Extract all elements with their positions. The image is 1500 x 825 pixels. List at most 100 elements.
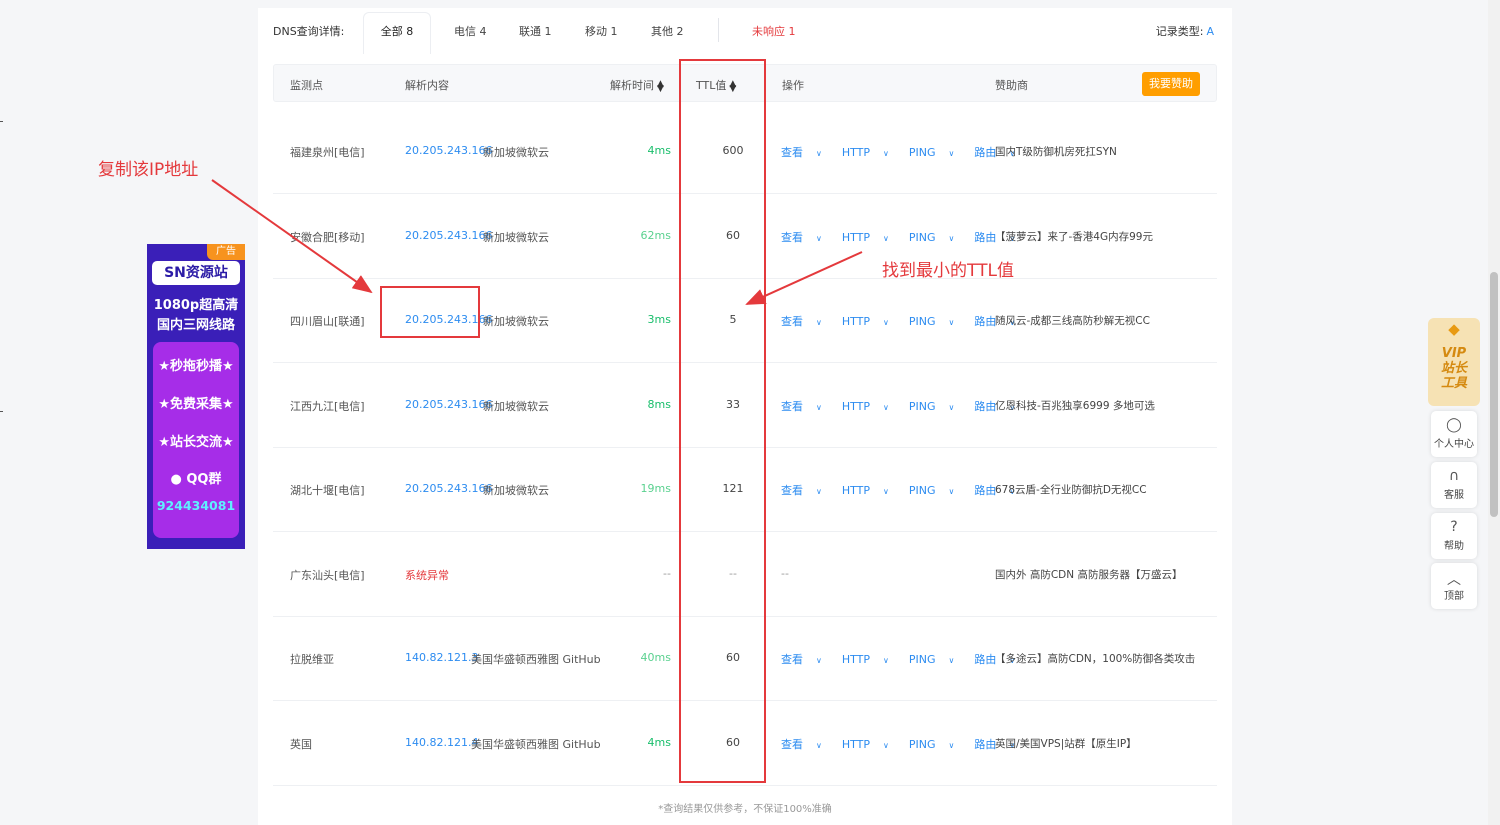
edge-mark [0, 121, 3, 122]
chevron-down-icon: ∨ [816, 233, 822, 243]
th-ops: 操作 [782, 79, 804, 92]
op-ping-dropdown[interactable]: PING ∨ [909, 146, 965, 159]
sort-icon[interactable]: ▲ ▼ [657, 80, 664, 94]
tab-other[interactable]: 其他 2 [651, 23, 684, 39]
op-view-dropdown[interactable]: 查看 ∨ [781, 231, 832, 244]
op-http-dropdown[interactable]: HTTP ∨ [842, 315, 899, 328]
highlight-ttl-column [679, 59, 766, 783]
chevron-down-icon: ∨ [883, 740, 889, 750]
op-http-dropdown[interactable]: HTTP ∨ [842, 738, 899, 751]
arrow-up-icon: ︿ [1447, 572, 1461, 588]
ad-banner[interactable]: 广告 SN资源站 1080p超高清 国内三网线路 ★秒拖秒播★ ★免费采集★ ★… [147, 244, 245, 549]
support-button[interactable]: ∩ 客服 [1431, 462, 1477, 508]
chevron-down-icon: ∨ [948, 740, 955, 750]
row-sponsor[interactable]: 随风云-成都三线高防秒解无视CC [995, 313, 1150, 328]
row-ip-link[interactable]: 20.205.243.166 [405, 144, 492, 157]
row-sponsor[interactable]: 678云盾-全行业防御抗D无视CC [995, 482, 1147, 497]
op-http-dropdown[interactable]: HTTP ∨ [842, 484, 899, 497]
op-label: HTTP [841, 315, 871, 328]
vip-tools[interactable]: ◆ VIP 站长 工具 [1428, 318, 1480, 406]
row-time: 4ms [647, 144, 671, 157]
tab-mobile[interactable]: 移动 1 [585, 23, 618, 39]
row-ip-link[interactable]: 20.205.243.166 [405, 482, 492, 495]
row-sponsor[interactable]: 国内T级防御机房死扛SYN [995, 144, 1117, 159]
record-type-value[interactable]: A [1206, 25, 1214, 38]
op-ping-dropdown[interactable]: PING ∨ [909, 484, 965, 497]
row-sponsor[interactable]: 国内外 高防CDN 高防服务器【万盛云】 [995, 567, 1182, 582]
row-ip-link[interactable]: 20.205.243.166 [405, 398, 492, 411]
op-view-dropdown[interactable]: 查看 ∨ [781, 653, 832, 666]
row-sponsor[interactable]: 【多途云】高防CDN，100%防御各类攻击 [995, 651, 1195, 666]
scrollbar-thumb[interactable] [1490, 272, 1498, 517]
annotation-find-ttl: 找到最小的TTL值 [882, 261, 1014, 281]
help-button[interactable]: ? 帮助 [1431, 513, 1477, 559]
ad-item: ★站长交流★ [158, 435, 234, 450]
tab-telecom[interactable]: 电信 4 [454, 23, 487, 39]
user-center-button[interactable]: ◯ 个人中心 [1431, 411, 1477, 457]
button-label: 帮助 [1444, 541, 1464, 552]
op-ping-dropdown[interactable]: PING ∨ [909, 315, 965, 328]
ad-qq-label: QQ群 [186, 472, 222, 487]
op-view-dropdown[interactable]: 查看 ∨ [781, 315, 832, 328]
op-http-dropdown[interactable]: HTTP ∨ [842, 231, 899, 244]
ad-line: 国内三网线路 [156, 318, 235, 333]
tab-unicom[interactable]: 联通 1 [519, 23, 552, 39]
op-label: HTTP [841, 399, 871, 413]
tab-all[interactable]: 全部 8 [363, 12, 431, 54]
op-ping-dropdown[interactable]: PING ∨ [909, 653, 965, 666]
th-time-label: 解析时间 [610, 79, 654, 92]
row-ip-link[interactable]: 20.205.243.166 [405, 229, 492, 242]
op-ping-dropdown[interactable]: PING ∨ [909, 738, 965, 751]
back-to-top-button[interactable]: ︿ 顶部 [1431, 563, 1477, 609]
th-time[interactable]: 解析时间 ▲ ▼ [610, 77, 664, 94]
headset-icon: ∩ [1448, 468, 1460, 484]
op-label: HTTP [841, 146, 871, 159]
row-sponsor[interactable]: 【菠萝云】来了-香港4G内存99元 [995, 229, 1153, 244]
row-sponsor[interactable]: 亿恩科技-百兆独享6999 多地可选 [995, 398, 1155, 413]
op-label: PING [908, 653, 936, 666]
chevron-down-icon: ∨ [948, 149, 955, 158]
record-type[interactable]: 记录类型: A [1156, 23, 1214, 39]
row-location: 广东汕头[电信] [290, 568, 365, 582]
row-ip-link[interactable]: 140.82.121.4 [405, 736, 478, 749]
op-label: PING [908, 315, 936, 328]
row-location: 安徽合肥[移动] [290, 230, 365, 244]
row-geo: 新加坡微软云 [483, 230, 549, 244]
row-error: 系统异常 [405, 568, 449, 582]
row-time: -- [663, 566, 671, 580]
row-time: 40ms [640, 651, 671, 664]
op-view-dropdown[interactable]: 查看 ∨ [781, 738, 832, 751]
row-sponsor[interactable]: 英国/美国VPS|站群【原生IP】 [995, 736, 1137, 751]
op-view-dropdown[interactable]: 查看 ∨ [781, 484, 832, 497]
op-http-dropdown[interactable]: HTTP ∨ [842, 146, 899, 159]
op-ping-dropdown[interactable]: PING ∨ [909, 231, 965, 244]
button-label: 个人中心 [1434, 439, 1474, 450]
op-label: HTTP [841, 653, 871, 666]
row-time: 3ms [647, 313, 671, 326]
chevron-down-icon: ∨ [816, 402, 822, 412]
op-label: 路由 [974, 315, 997, 328]
chevron-down-icon: ∨ [948, 318, 955, 327]
button-label: 客服 [1444, 490, 1464, 501]
chevron-down-icon: ∨ [883, 656, 889, 665]
ad-panel: ★秒拖秒播★ ★免费采集★ ★站长交流★ ● QQ群 924434081 [153, 342, 239, 538]
op-label: 路由 [974, 653, 997, 666]
op-http-dropdown[interactable]: HTTP ∨ [842, 653, 899, 666]
op-http-dropdown[interactable]: HTTP ∨ [842, 400, 899, 413]
vip-line: 站长 [1440, 361, 1467, 376]
scrollbar[interactable] [1488, 0, 1500, 825]
row-ip-link[interactable]: 140.82.121.3 [405, 651, 478, 664]
ad-item: ★免费采集★ [158, 397, 234, 412]
vip-label: VIP 站长 工具 [1428, 346, 1480, 391]
button-label: 顶部 [1444, 591, 1464, 602]
vip-line: VIP [1441, 346, 1467, 361]
op-label: PING [908, 146, 936, 159]
sponsor-button[interactable]: 我要赞助 [1142, 72, 1200, 96]
tab-bar-title: DNS查询详情: [273, 25, 345, 38]
row-geo: 新加坡微软云 [483, 315, 549, 328]
op-ping-dropdown[interactable]: PING ∨ [909, 400, 965, 413]
op-view-dropdown[interactable]: 查看 ∨ [781, 400, 832, 413]
tab-no-response[interactable]: 未响应 1 [752, 23, 796, 39]
edge-mark [0, 411, 3, 412]
op-view-dropdown[interactable]: 查看 ∨ [781, 146, 832, 159]
